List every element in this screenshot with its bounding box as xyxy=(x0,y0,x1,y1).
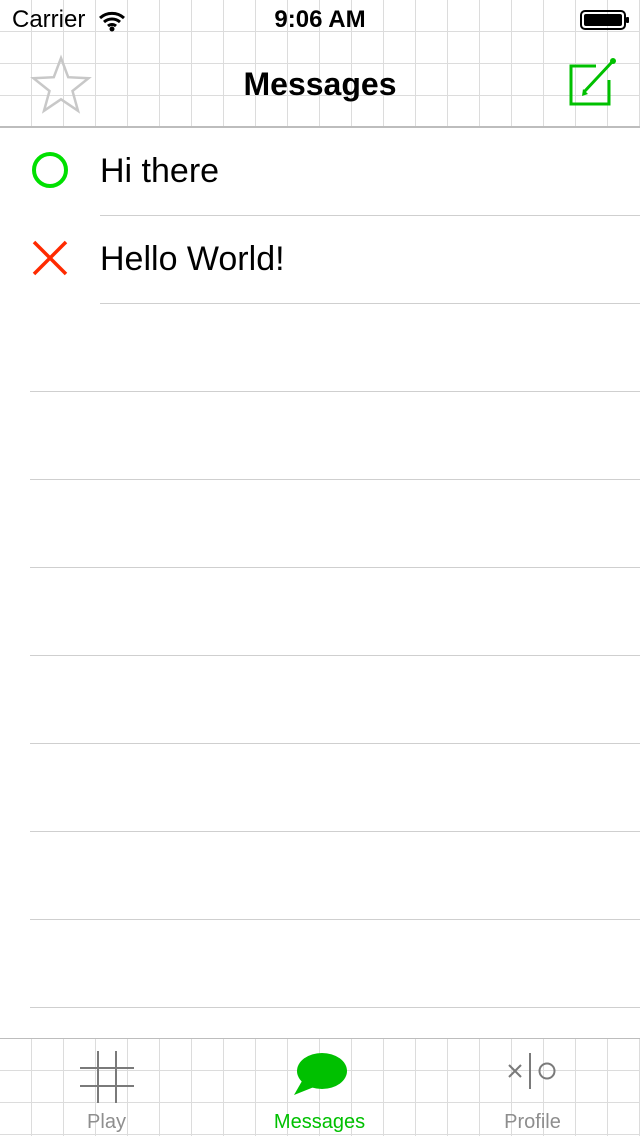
tab-label: Profile xyxy=(504,1111,561,1133)
status-bar: Carrier 9:06 AM xyxy=(0,0,640,40)
circle-o-icon xyxy=(32,152,68,188)
tab-bar: Play Messages Profile xyxy=(0,1038,640,1136)
grid-icon xyxy=(79,1051,134,1103)
row-divider xyxy=(100,303,640,304)
tab-label: Messages xyxy=(273,1111,366,1133)
page-title: Messages xyxy=(243,66,397,102)
row-divider xyxy=(30,567,640,568)
row-divider xyxy=(30,831,640,832)
row-divider xyxy=(30,919,640,920)
row-divider xyxy=(30,743,640,744)
tab-label: Play xyxy=(87,1111,126,1133)
x-icon xyxy=(32,240,68,276)
message-row[interactable]: Hi there xyxy=(0,128,640,216)
row-divider xyxy=(30,1007,640,1008)
message-row[interactable]: Hello World! xyxy=(0,216,640,304)
tab-messages[interactable]: Messages xyxy=(213,1039,426,1137)
compose-icon[interactable] xyxy=(566,56,620,108)
row-divider xyxy=(30,391,640,392)
top-bar: Carrier 9:06 AM Messages xyxy=(0,0,640,128)
tab-play[interactable]: Play xyxy=(0,1039,213,1137)
x-o-icon xyxy=(507,1053,555,1089)
row-divider xyxy=(30,479,640,480)
battery-icon xyxy=(580,10,629,30)
message-text: Hello World! xyxy=(100,240,285,278)
message-text: Hi there xyxy=(100,152,220,190)
nav-bar: Messages xyxy=(0,40,640,128)
tab-profile[interactable]: Profile xyxy=(426,1039,639,1137)
row-divider xyxy=(30,655,640,656)
chat-bubble-icon xyxy=(293,1053,347,1095)
status-time: 9:06 AM xyxy=(274,6,366,33)
message-list: Hi there Hello World! xyxy=(0,128,640,1038)
